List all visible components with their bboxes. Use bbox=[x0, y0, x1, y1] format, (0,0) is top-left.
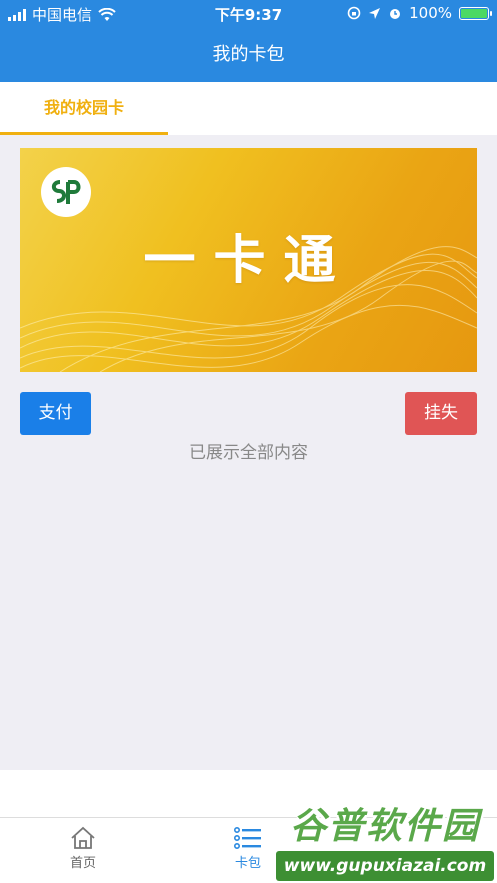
lock-rotation-icon bbox=[347, 6, 361, 20]
location-icon bbox=[369, 7, 381, 19]
card-title: 一卡通 bbox=[143, 231, 354, 291]
tab-bar: 我的校园卡 bbox=[0, 82, 497, 135]
page-title: 我的卡包 bbox=[0, 27, 497, 82]
tabbar-item-wallet[interactable]: 卡包 bbox=[218, 824, 278, 871]
tabbar-label-home: 首页 bbox=[69, 856, 96, 871]
school-logo-icon bbox=[41, 167, 91, 217]
watermark: 谷普软件园 www.gupuxiazai.com bbox=[276, 803, 494, 881]
home-icon bbox=[71, 826, 95, 849]
list-end-text: 已展示全部内容 bbox=[189, 443, 308, 463]
tabbar-label-wallet: 卡包 bbox=[234, 856, 261, 871]
status-right: 100% bbox=[347, 4, 492, 22]
status-bar: 中国电信 下午9:37 100% bbox=[0, 0, 497, 27]
tab-campus-card[interactable]: 我的校园卡 bbox=[0, 82, 168, 135]
battery-icon bbox=[459, 6, 492, 20]
battery-percent: 100% bbox=[409, 4, 452, 22]
tabbar-item-home[interactable]: 首页 bbox=[53, 824, 113, 871]
watermark-brand: 谷普软件园 bbox=[289, 806, 480, 847]
watermark-url: www.gupuxiazai.com bbox=[276, 851, 494, 881]
alarm-icon bbox=[390, 9, 401, 19]
report-lost-button[interactable]: 挂失 bbox=[405, 392, 477, 435]
list-icon bbox=[234, 827, 261, 849]
pay-button[interactable]: 支付 bbox=[20, 392, 91, 435]
campus-card[interactable]: 一卡通 bbox=[20, 148, 477, 372]
